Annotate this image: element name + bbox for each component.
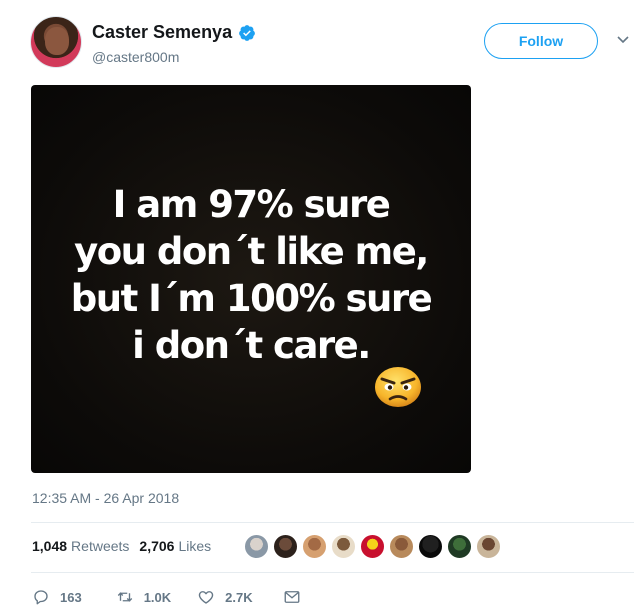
liker-avatar[interactable] [447,534,472,559]
retweet-button[interactable]: 1.0K [116,588,171,606]
retweet-icon [117,592,132,602]
chevron-down-icon[interactable] [616,32,630,46]
likes-count: 2,706 [139,538,175,554]
liker-avatar[interactable] [476,534,501,559]
liker-avatar[interactable] [418,534,443,559]
like-button[interactable]: 2.7K [197,588,253,606]
like-count: 2.7K [225,589,253,605]
image-quote-text: I am 97% sure you don´t like me, but I´m… [31,181,471,369]
reply-button[interactable]: 163 [32,588,82,606]
envelope-icon [284,591,300,603]
retweet-count: 1.0K [143,589,172,605]
tweet-actions: 163 1.0K 2.7K [32,588,301,606]
tweet-header: Caster Semenya @caster800m Follow [30,16,630,72]
reply-count: 163 [60,589,82,605]
author-name[interactable]: Caster Semenya [92,22,232,43]
liker-avatar[interactable] [302,534,327,559]
divider [31,522,634,523]
tweet-timestamp[interactable]: 12:35 AM - 26 Apr 2018 [32,490,179,506]
liker-avatar[interactable] [273,534,298,559]
divider [31,572,634,573]
avatar[interactable] [30,16,82,68]
liker-avatar[interactable] [360,534,385,559]
likes-label: Likes [178,538,212,554]
direct-message-button[interactable] [283,588,301,606]
liker-avatars [244,534,501,559]
likes-stat[interactable]: 2,706 Likes [139,538,211,554]
author-name-row: Caster Semenya [92,22,256,43]
quote-line: I am 97% sure [112,183,391,226]
quote-line: i don´t care. [132,324,371,367]
angry-face-emoji-icon [375,367,421,407]
follow-button[interactable]: Follow [484,23,598,59]
liker-avatar[interactable] [244,534,269,559]
tweet-image[interactable]: I am 97% sure you don´t like me, but I´m… [31,85,471,473]
retweets-count: 1,048 [32,538,68,554]
retweets-label: Retweets [71,538,130,554]
liker-avatar[interactable] [389,534,414,559]
author-handle[interactable]: @caster800m [92,49,179,65]
quote-line: but I´m 100% sure [70,277,433,320]
reply-icon [34,590,48,605]
quote-line: you don´t like me, [74,230,429,273]
retweets-stat[interactable]: 1,048 Retweets [32,538,129,554]
liker-avatar[interactable] [331,534,356,559]
heart-icon [198,591,214,604]
verified-badge-icon [239,24,255,41]
engagement-stats: 1,048 Retweets 2,706 Likes [32,538,211,554]
